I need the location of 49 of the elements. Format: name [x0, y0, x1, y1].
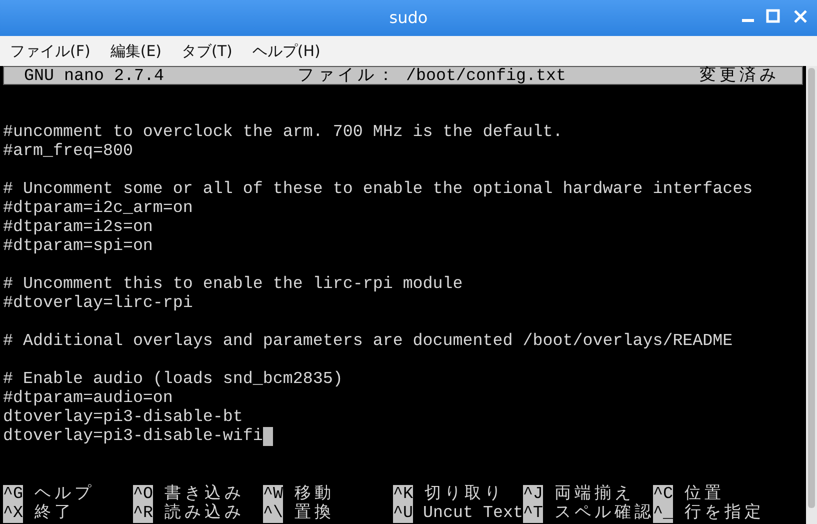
- code-line: dtoverlay=pi3-disable-bt: [3, 408, 243, 427]
- close-icon[interactable]: [793, 9, 808, 24]
- shortcut-label: 切り取り: [424, 485, 502, 504]
- window-title: sudo: [389, 7, 428, 29]
- scrollbar-thumb[interactable]: [808, 68, 815, 508]
- menu-item[interactable]: タブ(T): [172, 36, 242, 66]
- menu-item[interactable]: ファイル(F): [0, 36, 100, 66]
- shortcut-key[interactable]: ^T: [523, 504, 543, 523]
- shortcut-label: 書き込み: [164, 485, 242, 504]
- shortcut-key[interactable]: ^R: [133, 504, 153, 523]
- shortcut-label: 位置: [684, 485, 722, 504]
- shortcut-label: スペル確認: [554, 504, 652, 523]
- file-name: ファイル： /boot/config.txt: [296, 67, 566, 84]
- code-line: dtoverlay=pi3-disable-wifi: [3, 427, 263, 446]
- shortcut-key[interactable]: ^X: [3, 504, 23, 523]
- shortcut-key[interactable]: ^O: [133, 485, 153, 504]
- code-line: # Uncomment this to enable the lirc-rpi module: [3, 275, 463, 294]
- shortcut-key[interactable]: ^J: [523, 485, 543, 504]
- modified-status: 変更済み: [698, 67, 778, 84]
- shortcut-label: 行を指定: [684, 504, 762, 523]
- code-line: # Additional overlays and parameters are documented /boot/overlays/README: [3, 332, 733, 351]
- menu-item[interactable]: ヘルプ(H): [242, 36, 330, 66]
- code-line: # Uncomment some or all of these to enable the optional hardware interfaces: [3, 180, 753, 199]
- shortcut-key[interactable]: ^K: [393, 485, 413, 504]
- shortcut-key[interactable]: ^_: [653, 504, 673, 523]
- shortcut-label: 終了: [34, 504, 72, 523]
- shortcut-label: 読み込み: [164, 504, 242, 523]
- code-line: #dtparam=i2c_arm=on: [3, 199, 193, 218]
- code-line: #uncomment to overclock the arm. 700 MHz is the default.: [3, 123, 563, 142]
- shortcut-key[interactable]: ^U: [393, 504, 413, 523]
- code-line: #dtoverlay=lirc-rpi: [3, 294, 193, 313]
- shortcut-label: ヘルプ: [34, 485, 92, 504]
- shortcut-key[interactable]: ^G: [3, 485, 23, 504]
- shortcut-key[interactable]: ^C: [653, 485, 673, 504]
- scrollbar[interactable]: [806, 66, 817, 524]
- menu-item[interactable]: 編集(E): [100, 36, 172, 66]
- maximize-icon[interactable]: [766, 9, 780, 23]
- shortcut-label: Uncut Text: [423, 504, 523, 523]
- code-line: #arm_freq=800: [3, 142, 133, 161]
- shortcut-key[interactable]: ^\: [263, 504, 283, 523]
- code-line: #dtparam=audio=on: [3, 389, 173, 408]
- shortcut-label: 置換: [294, 504, 332, 523]
- code-line: #dtparam=spi=on: [3, 237, 153, 256]
- app-version: GNU nano 2.7.4: [24, 67, 164, 84]
- shortcut-key[interactable]: ^W: [263, 485, 283, 504]
- code-line: # Enable audio (loads snd_bcm2835): [3, 370, 343, 389]
- shortcut-label: 両端揃え: [554, 485, 632, 504]
- code-line: #dtparam=i2s=on: [3, 218, 153, 237]
- shortcut-label: 移動: [294, 485, 332, 504]
